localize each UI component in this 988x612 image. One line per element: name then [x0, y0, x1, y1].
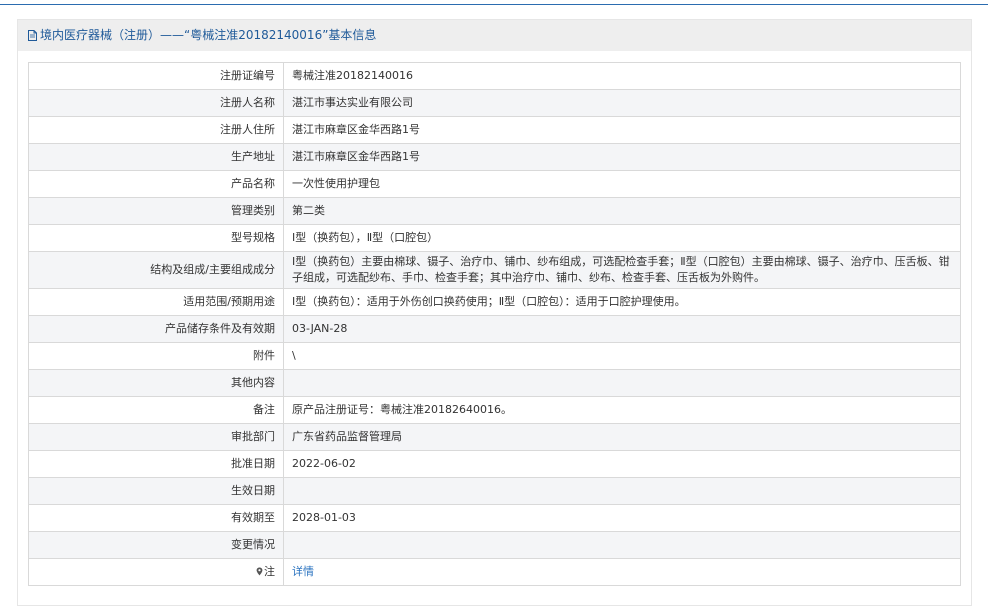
- table-row: 变更情况: [28, 531, 961, 559]
- top-divider: [0, 4, 988, 5]
- row-label: 变更情况: [28, 531, 284, 559]
- row-label: 产品储存条件及有效期: [28, 315, 284, 343]
- row-label: 备注: [28, 396, 284, 424]
- table-row: 注 详情: [28, 558, 961, 586]
- table-row: 产品储存条件及有效期 03-JAN-28: [28, 315, 961, 343]
- table-row: 生效日期: [28, 477, 961, 505]
- row-value: Ⅰ型（换药包）主要由棉球、镊子、治疗巾、铺巾、纱布组成，可选配检查手套；Ⅱ型（口…: [283, 251, 961, 289]
- note-value-cell: 详情: [283, 558, 961, 586]
- row-value: 一次性使用护理包: [283, 170, 961, 198]
- info-table: 注册证编号 粤械注准20182140016 注册人名称 湛江市事达实业有限公司 …: [28, 62, 961, 586]
- table-row: 有效期至 2028-01-03: [28, 504, 961, 532]
- location-pin-icon: [256, 567, 263, 576]
- row-label: 产品名称: [28, 170, 284, 198]
- row-value: 广东省药品监督管理局: [283, 423, 961, 451]
- note-label: 注: [264, 565, 275, 578]
- row-label: 其他内容: [28, 369, 284, 397]
- row-value: 第二类: [283, 197, 961, 225]
- row-label: 审批部门: [28, 423, 284, 451]
- table-row: 审批部门 广东省药品监督管理局: [28, 423, 961, 451]
- row-label: 批准日期: [28, 450, 284, 478]
- row-value: 粤械注准20182140016: [283, 62, 961, 90]
- table-row: 型号规格 Ⅰ型（换药包），Ⅱ型（口腔包）: [28, 224, 961, 252]
- table-row: 适用范围/预期用途 Ⅰ型（换药包）：适用于外伤创口换药使用；Ⅱ型（口腔包）：适用…: [28, 288, 961, 316]
- table-row: 注册人住所 湛江市麻章区金华西路1号: [28, 116, 961, 144]
- row-label: 注册人住所: [28, 116, 284, 144]
- table-row: 产品名称 一次性使用护理包: [28, 170, 961, 198]
- row-label: 型号规格: [28, 224, 284, 252]
- row-value: [283, 369, 961, 397]
- row-value: 03-JAN-28: [283, 315, 961, 343]
- row-value: 2022-06-02: [283, 450, 961, 478]
- row-label: 注册人名称: [28, 89, 284, 117]
- table-row: 备注 原产品注册证号：粤械注准20182640016。: [28, 396, 961, 424]
- table-row: 管理类别 第二类: [28, 197, 961, 225]
- row-value: 湛江市事达实业有限公司: [283, 89, 961, 117]
- note-label-cell: 注: [28, 558, 284, 586]
- document-icon: [28, 30, 37, 41]
- details-link[interactable]: 详情: [292, 565, 314, 578]
- row-value: 2028-01-03: [283, 504, 961, 532]
- row-label: 生效日期: [28, 477, 284, 505]
- table-row: 结构及组成/主要组成成分 Ⅰ型（换药包）主要由棉球、镊子、治疗巾、铺巾、纱布组成…: [28, 251, 961, 289]
- row-value: [283, 477, 961, 505]
- row-value: 湛江市麻章区金华西路1号: [283, 143, 961, 171]
- row-label: 管理类别: [28, 197, 284, 225]
- row-label: 生产地址: [28, 143, 284, 171]
- panel-header: 境内医疗器械（注册）——“粤械注准20182140016”基本信息: [18, 20, 971, 51]
- row-value: 湛江市麻章区金华西路1号: [283, 116, 961, 144]
- row-label: 有效期至: [28, 504, 284, 532]
- row-value: \: [283, 342, 961, 370]
- table-row: 注册证编号 粤械注准20182140016: [28, 62, 961, 90]
- row-value: [283, 531, 961, 559]
- row-label: 附件: [28, 342, 284, 370]
- table-row: 其他内容: [28, 369, 961, 397]
- basic-info-panel: 境内医疗器械（注册）——“粤械注准20182140016”基本信息 注册证编号 …: [17, 19, 972, 606]
- panel-title: 境内医疗器械（注册）——“粤械注准20182140016”基本信息: [28, 20, 376, 51]
- row-label: 结构及组成/主要组成成分: [28, 251, 284, 289]
- table-row: 批准日期 2022-06-02: [28, 450, 961, 478]
- row-value: 原产品注册证号：粤械注准20182640016。: [283, 396, 961, 424]
- row-label: 注册证编号: [28, 62, 284, 90]
- row-label: 适用范围/预期用途: [28, 288, 284, 316]
- row-value: Ⅰ型（换药包），Ⅱ型（口腔包）: [283, 224, 961, 252]
- panel-title-text: 境内医疗器械（注册）——“粤械注准20182140016”基本信息: [40, 28, 377, 42]
- row-value: Ⅰ型（换药包）：适用于外伤创口换药使用；Ⅱ型（口腔包）：适用于口腔护理使用。: [283, 288, 961, 316]
- table-row: 附件 \: [28, 342, 961, 370]
- table-row: 注册人名称 湛江市事达实业有限公司: [28, 89, 961, 117]
- table-row: 生产地址 湛江市麻章区金华西路1号: [28, 143, 961, 171]
